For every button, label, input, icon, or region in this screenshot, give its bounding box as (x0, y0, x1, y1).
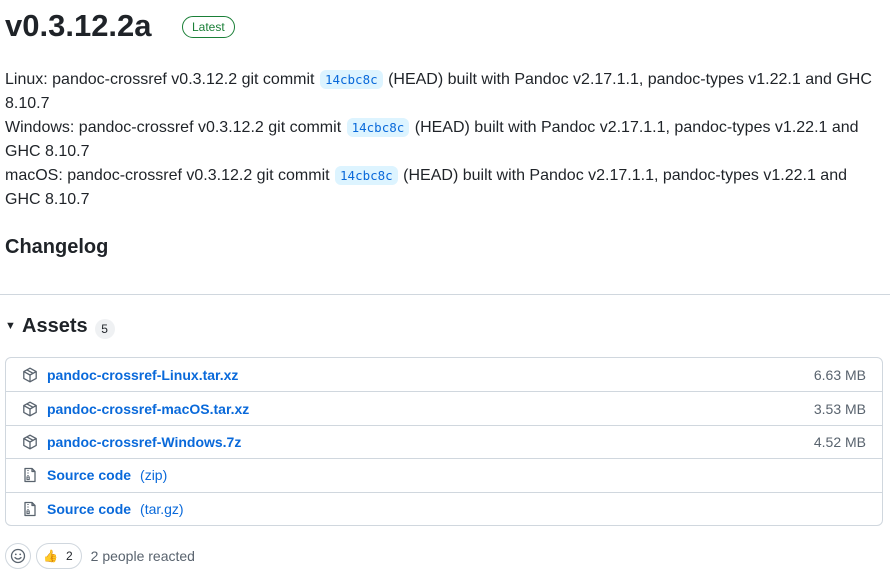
thumbs-up-icon: 👍 (43, 549, 58, 563)
release-note-macos: macOS: pandoc-crossref v0.3.12.2 git com… (5, 164, 885, 212)
source-code-targz-link[interactable]: Source code (47, 501, 131, 517)
assets-list: pandoc-crossref-Linux.tar.xz 6.63 MB pan… (5, 357, 883, 526)
file-zip-icon (22, 501, 38, 517)
divider (0, 294, 890, 295)
asset-row: pandoc-crossref-Linux.tar.xz 6.63 MB (6, 358, 882, 391)
asset-row: Source code (zip) (6, 458, 882, 491)
asset-download-link[interactable]: pandoc-crossref-macOS.tar.xz (47, 401, 249, 417)
asset-row: Source code (tar.gz) (6, 491, 882, 525)
release-note-linux: Linux: pandoc-crossref v0.3.12.2 git com… (5, 68, 885, 116)
thumbs-up-reaction-button[interactable]: 👍 2 (36, 543, 82, 569)
commit-link[interactable]: 14cbc8c (319, 70, 383, 89)
commit-link[interactable]: 14cbc8c (335, 166, 398, 185)
asset-download-link[interactable]: pandoc-crossref-Linux.tar.xz (47, 367, 238, 383)
reaction-count: 2 (65, 549, 73, 563)
asset-row: pandoc-crossref-macOS.tar.xz 3.53 MB (6, 391, 882, 424)
add-reaction-button[interactable] (5, 543, 31, 569)
release-note-windows: Windows: pandoc-crossref v0.3.12.2 git c… (5, 116, 885, 164)
assets-title: Assets (22, 314, 88, 337)
asset-row: pandoc-crossref-Windows.7z 4.52 MB (6, 424, 882, 458)
asset-size: 4.52 MB (813, 433, 866, 450)
reactions-summary: 2 people reacted (90, 548, 195, 564)
note-text: Windows: pandoc-crossref v0.3.12.2 git c… (5, 119, 342, 136)
package-icon (22, 367, 38, 383)
assets-toggle[interactable]: ▼ Assets 5 (5, 312, 115, 340)
note-text: Linux: pandoc-crossref v0.3.12.2 git com… (5, 71, 315, 88)
package-icon (22, 401, 38, 417)
latest-badge: Latest (182, 16, 235, 38)
asset-size: 3.53 MB (813, 400, 866, 417)
file-zip-icon (22, 467, 38, 483)
release-title: v0.3.12.2a (5, 8, 152, 43)
caret-down-icon: ▼ (5, 320, 16, 332)
release-notes: Linux: pandoc-crossref v0.3.12.2 git com… (5, 68, 885, 212)
reactions-bar: 👍 2 2 people reacted (5, 542, 195, 570)
asset-type: (zip) (140, 467, 168, 484)
asset-type: (tar.gz) (140, 500, 184, 517)
note-text: macOS: pandoc-crossref v0.3.12.2 git com… (5, 167, 330, 184)
assets-count-badge: 5 (94, 319, 115, 339)
asset-size: 6.63 MB (813, 366, 866, 383)
package-icon (22, 434, 38, 450)
changelog-heading: Changelog (5, 236, 109, 258)
asset-download-link[interactable]: pandoc-crossref-Windows.7z (47, 434, 241, 450)
source-code-zip-link[interactable]: Source code (47, 467, 131, 483)
commit-link[interactable]: 14cbc8c (346, 118, 410, 137)
smiley-icon (10, 548, 26, 564)
